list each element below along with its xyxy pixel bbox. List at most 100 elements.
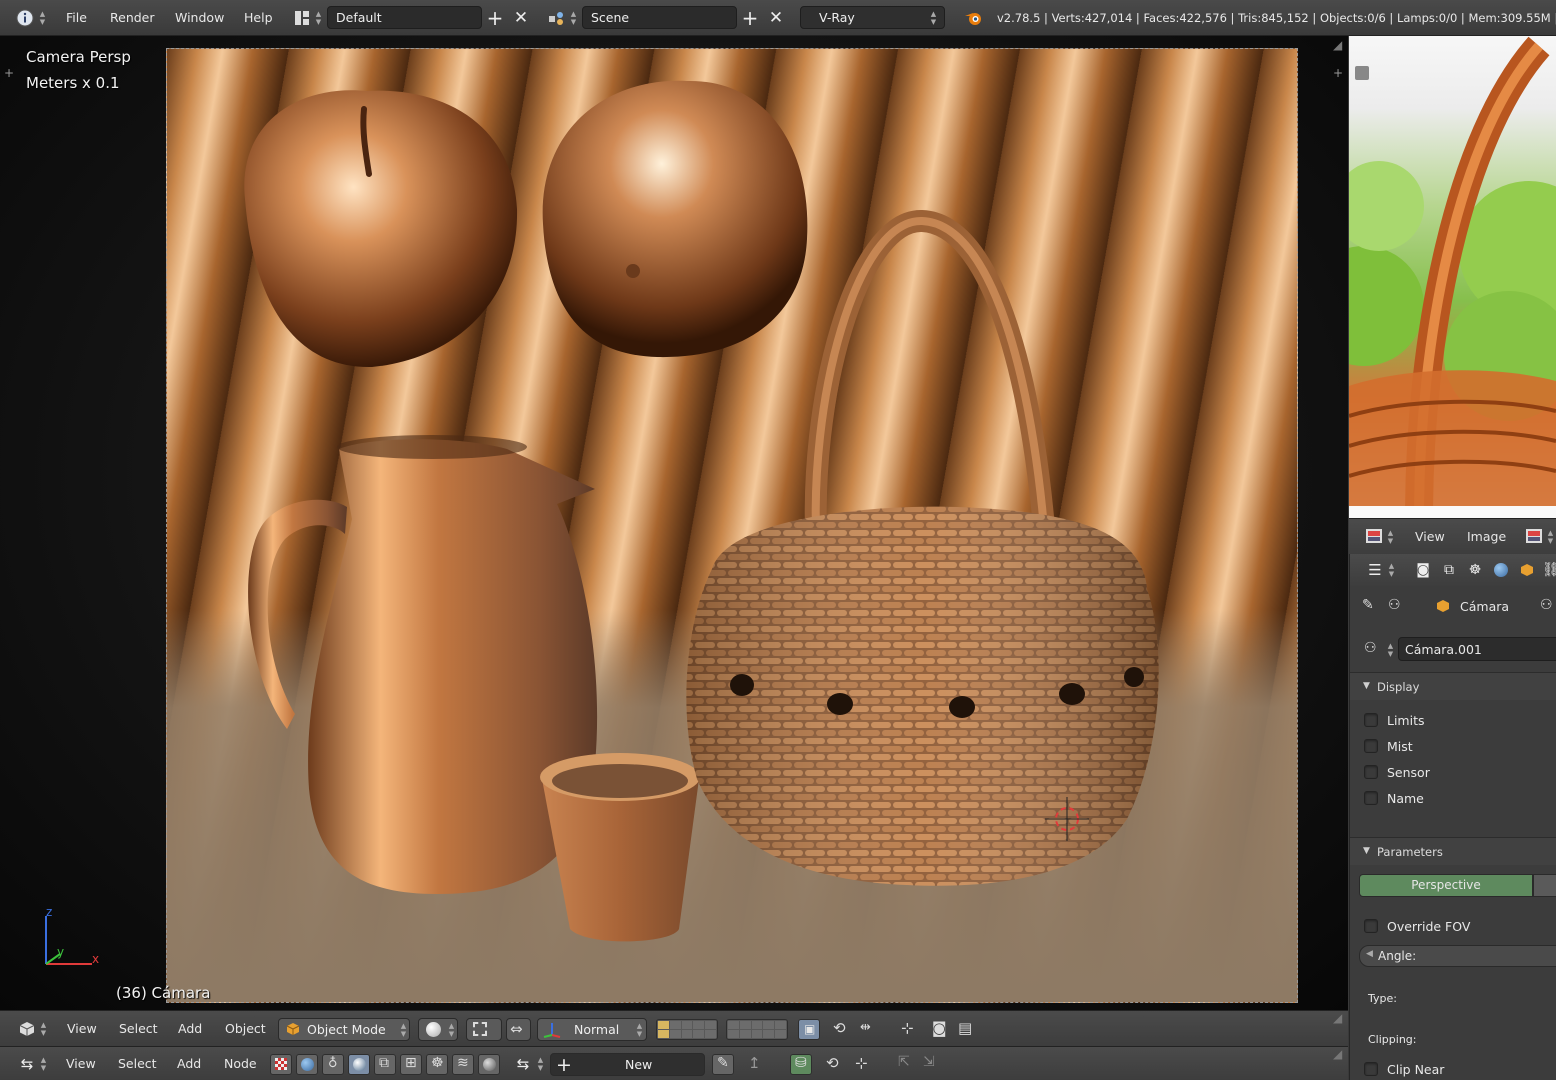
object-tab-icon[interactable] — [1516, 559, 1538, 581]
paste-material-button[interactable]: ⇲ — [920, 1054, 942, 1075]
editor-type-arrows[interactable]: ▲ ▼ — [39, 1021, 48, 1037]
editor-type-arrows[interactable]: ▲ ▼ — [38, 10, 47, 26]
parent-tree-button[interactable]: ↥ — [744, 1054, 766, 1075]
world-node-tree-button[interactable] — [296, 1054, 318, 1075]
region-resize-icon[interactable]: ◢ — [1333, 1047, 1342, 1061]
perspective-toggle[interactable]: Perspective — [1359, 874, 1533, 897]
image-editor-icon[interactable] — [1363, 525, 1385, 547]
manipulator-toggle[interactable]: ⇔ — [506, 1018, 531, 1041]
image-menu-image[interactable]: Image — [1467, 529, 1506, 544]
world-tab-icon[interactable] — [1490, 559, 1512, 581]
pin-button[interactable]: ✎ — [712, 1054, 734, 1075]
3d-viewport[interactable]: Camera Persp Meters x 0.1 (36) Cámara + … — [0, 36, 1348, 1010]
editor-type-arrows[interactable]: ▲ ▼ — [39, 1056, 48, 1072]
image-menu-view[interactable]: View — [1415, 529, 1445, 544]
texture-node-tree-button[interactable] — [270, 1054, 292, 1075]
properties-editor-icon[interactable]: ☰ — [1364, 559, 1386, 581]
layer-buttons-left[interactable] — [656, 1019, 718, 1040]
angle-field[interactable]: ◀ Angle: — [1359, 945, 1556, 967]
menu-window[interactable]: Window — [175, 9, 224, 27]
3d-view-editor-icon[interactable] — [16, 1018, 38, 1040]
node-tree-type-icon[interactable]: ⇆ — [512, 1053, 534, 1075]
context-object-name[interactable]: Cámara — [1460, 599, 1509, 614]
delete-scene-button[interactable]: ✕ — [765, 7, 787, 29]
datablock-arrows[interactable]: ▲ ▼ — [1386, 642, 1395, 658]
render-layers-tab-icon[interactable]: ⧉ — [1438, 559, 1460, 581]
mode-select[interactable]: Object Mode ▲ ▼ — [278, 1018, 410, 1041]
3d-menu-add[interactable]: Add — [178, 1021, 202, 1036]
render-engine-select[interactable]: V-Ray ▲ ▼ — [800, 6, 945, 29]
screen-layout-arrows[interactable]: ▲ ▼ — [314, 10, 323, 26]
reference-image-view[interactable] — [1349, 36, 1556, 518]
transform-orientation-select[interactable]: Normal ▲ ▼ — [537, 1018, 647, 1041]
constraints-tab-icon[interactable]: ⛓ — [1540, 559, 1556, 581]
scene-arrows[interactable]: ▲ ▼ — [569, 10, 578, 26]
region-resize-icon[interactable]: ◢ — [1333, 38, 1342, 52]
camera-datablock-field[interactable]: Cámara.001 — [1398, 637, 1556, 661]
parameters-panel-header[interactable]: ▼ Parameters — [1350, 837, 1556, 865]
3d-menu-select[interactable]: Select — [119, 1021, 158, 1036]
scene-field[interactable]: Scene — [582, 6, 737, 29]
add-scene-button[interactable]: + — [739, 6, 761, 30]
scene-tab-icon[interactable]: ☸ — [1464, 559, 1486, 581]
menu-file[interactable]: File — [66, 9, 87, 27]
node-menu-select[interactable]: Select — [118, 1056, 157, 1071]
node-tree-arrows[interactable]: ▲ ▼ — [536, 1056, 545, 1072]
3d-menu-view[interactable]: View — [67, 1021, 97, 1036]
node-snap-button[interactable]: ⟲ — [822, 1054, 844, 1075]
material-node-tree-button[interactable] — [348, 1054, 370, 1075]
add-screen-button[interactable]: + — [484, 6, 506, 30]
pivot-point-select[interactable] — [466, 1018, 502, 1041]
angle-left-arrow-icon[interactable]: ◀ — [1366, 949, 1373, 959]
editor-type-arrows[interactable]: ▲ ▼ — [1387, 562, 1396, 578]
scene-icon[interactable] — [546, 7, 568, 29]
screen-layout-icon[interactable] — [291, 7, 313, 29]
pin-icon[interactable]: ✎ — [1362, 597, 1374, 613]
menu-render[interactable]: Render — [110, 9, 155, 27]
sphere-node-button[interactable] — [478, 1054, 500, 1075]
camera-icon[interactable]: ⚇ — [1364, 640, 1377, 656]
viewport-shading-select[interactable]: ▲ ▼ — [418, 1018, 458, 1041]
orthographic-toggle[interactable] — [1533, 874, 1556, 897]
clip-near-checkbox[interactable] — [1364, 1062, 1378, 1076]
corner-plus-icon[interactable]: + — [4, 66, 14, 80]
screen-layout-field[interactable]: Default — [327, 6, 482, 29]
scene-node-tree-button[interactable]: ⊞ — [400, 1054, 422, 1075]
layers-node-button[interactable]: ≋ — [452, 1054, 474, 1075]
3d-menu-object[interactable]: Object — [225, 1021, 266, 1036]
name-checkbox[interactable] — [1364, 791, 1378, 805]
delete-screen-button[interactable]: ✕ — [510, 7, 532, 29]
snap-element-button[interactable]: ⇹ — [858, 1019, 880, 1040]
node-tree-browse[interactable]: + New — [550, 1053, 705, 1076]
snap-target-button[interactable]: ⊹ — [898, 1019, 920, 1040]
sensor-checkbox[interactable] — [1364, 765, 1378, 779]
image-browse-arrows[interactable]: ▲ ▼ — [1546, 529, 1555, 545]
node-menu-view[interactable]: View — [66, 1056, 96, 1071]
region-resize-icon[interactable]: ◢ — [1333, 1011, 1342, 1025]
layer-buttons-right[interactable] — [726, 1019, 788, 1040]
image-browse-icon[interactable] — [1523, 525, 1545, 547]
proportional-edit-button[interactable]: ⟲ — [829, 1019, 851, 1040]
opengl-animation-button[interactable]: ▤ — [955, 1019, 977, 1040]
snap-node-element-button[interactable]: ⊹ — [852, 1054, 874, 1075]
limits-checkbox[interactable] — [1364, 713, 1378, 727]
mist-checkbox[interactable] — [1364, 739, 1378, 753]
object-node-tree-button[interactable]: ⧉ — [374, 1054, 396, 1075]
editor-type-arrows[interactable]: ▲ ▼ — [1386, 529, 1395, 545]
render-layers-node-button[interactable]: ☸ — [426, 1054, 448, 1075]
backdrop-button[interactable]: ⛁ — [790, 1054, 812, 1075]
info-editor-icon[interactable] — [14, 7, 36, 29]
copy-material-button[interactable]: ⇱ — [895, 1054, 917, 1075]
node-menu-node[interactable]: Node — [224, 1056, 257, 1071]
render-tab-icon[interactable]: ◙ — [1412, 559, 1434, 581]
corner-plus-icon[interactable]: + — [1333, 66, 1343, 80]
node-menu-add[interactable]: Add — [177, 1056, 201, 1071]
node-editor-icon[interactable]: ⇆ — [16, 1053, 38, 1075]
lamp-node-tree-button[interactable]: ♁ — [322, 1054, 344, 1075]
lock-layers-button[interactable]: ▣ — [798, 1019, 820, 1040]
override-fov-checkbox[interactable] — [1364, 919, 1378, 933]
panel-toggle-icon[interactable] — [1355, 66, 1369, 80]
opengl-render-button[interactable]: ◙ — [929, 1019, 951, 1040]
display-panel-header[interactable]: ▼ Display — [1350, 672, 1556, 700]
menu-help[interactable]: Help — [244, 9, 273, 27]
